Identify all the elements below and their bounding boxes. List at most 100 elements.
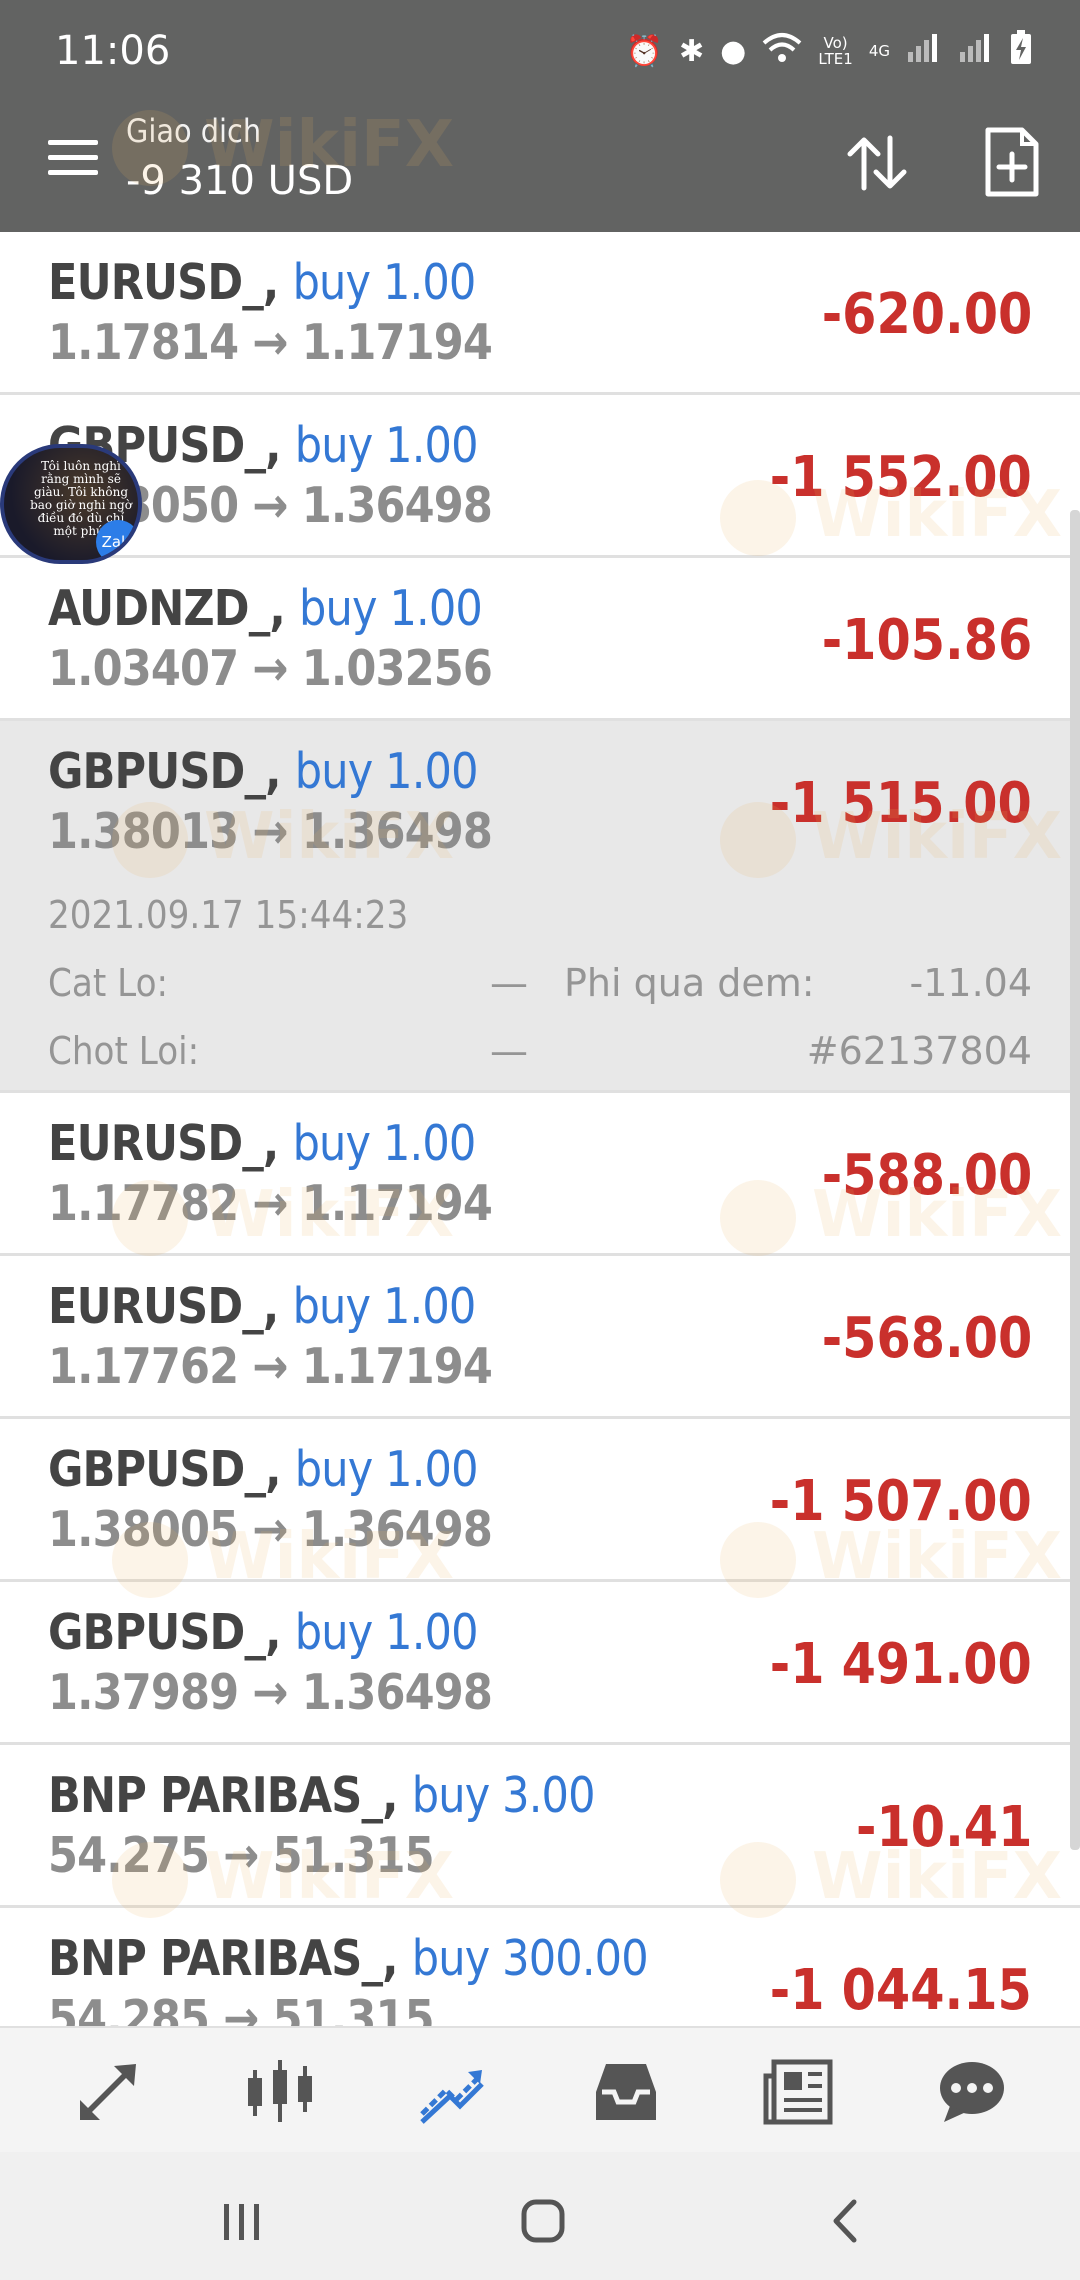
trade-prices: 1.38005 → 1.36498 [48,1501,493,1558]
stop-loss-value: — [490,961,528,1005]
trade-symbol: GBPUSD_, [48,1441,282,1498]
trade-profit: -568.00 [821,1306,1032,1371]
scrollbar[interactable] [1070,510,1080,1850]
nav-trade[interactable] [416,2056,488,2128]
trade-row[interactable]: AUDNZD_, buy 1.00 1.03407 → 1.03256 -105… [0,558,1080,721]
new-order-button[interactable] [982,126,1042,198]
menu-button[interactable] [48,140,98,180]
zalo-chat-head[interactable]: Tôi luôn nghĩ rằng mình sẽ giàu. Tôi khô… [0,444,142,564]
trade-direction: buy 1.00 [294,743,479,800]
news-icon [763,2059,833,2125]
trade-symbol: BNP PARIBAS_, [48,1767,399,1824]
nav-chat[interactable] [936,2056,1008,2128]
signal-icon-2 [958,32,994,70]
recent-apps-icon [224,2204,259,2240]
trade-datetime: 2021.09.17 15:44:23 [48,893,409,937]
trade-list[interactable]: EURUSD_, buy 1.00 1.17814 → 1.17194 -620… [0,232,1080,2026]
bluetooth-icon: ✱ [679,33,705,69]
trade-profit: -10.41 [855,1795,1032,1860]
trade-profit: -588.00 [821,1143,1032,1208]
ticket-number: #62137804 [806,1029,1032,1073]
new-document-icon [985,127,1039,197]
back-icon [833,2199,857,2243]
alarm-icon: ⏰ [625,33,664,69]
status-time: 11:06 [55,28,171,74]
bottom-nav [0,2026,1080,2152]
trade-icon [420,2070,484,2124]
inbox-icon [596,2064,656,2120]
trade-row-expanded[interactable]: GBPUSD_, buy 1.00 1.38013 → 1.36498 -1 5… [0,721,1080,1093]
system-nav-bar [0,2152,1080,2280]
trade-direction: buy 300.00 [411,1930,649,1987]
trade-prices: 54.275 → 51.315 [48,1827,435,1884]
recent-apps-button[interactable] [212,2196,272,2246]
battery-icon [1010,30,1032,72]
trade-prices: 54.285 → 51.315 [48,1990,435,2026]
trade-profit: -1 552.00 [769,445,1032,510]
trade-row[interactable]: EURUSD_, buy 1.00 1.17762 → 1.17194 -568… [0,1256,1080,1419]
trade-direction: buy 1.00 [294,1604,479,1661]
trade-direction: buy 1.00 [294,1441,479,1498]
swap-value: -11.04 [909,961,1033,1005]
trade-direction: buy 1.00 [292,1278,477,1335]
account-balance: -9 310 USD [126,158,354,204]
wifi-icon [762,31,802,71]
sort-button[interactable] [842,128,912,198]
back-button[interactable] [816,2196,876,2246]
trade-profit: -1 491.00 [769,1632,1032,1697]
take-profit-label: Chot Loi: [48,1029,200,1073]
page-title: Giao dich [126,112,262,150]
sort-icon [847,135,907,191]
trade-direction: buy 3.00 [411,1767,596,1824]
trade-symbol: AUDNZD_, [48,580,286,637]
trade-symbol: BNP PARIBAS_, [48,1930,399,1987]
trade-direction: buy 1.00 [294,417,479,474]
app-bar: Giao dich -9 310 USD [0,98,1080,232]
trade-prices: 1.37989 → 1.36498 [48,1664,493,1721]
chart-icon [248,2060,312,2122]
trade-row[interactable]: BNP PARIBAS_, buy 300.00 54.285 → 51.315… [0,1908,1080,2026]
trade-prices: 1.38013 → 1.36498 [48,803,493,860]
nav-chart[interactable] [244,2056,316,2128]
trade-prices: 1.17762 → 1.17194 [48,1338,493,1395]
trade-direction: buy 1.00 [292,1115,477,1172]
nav-quotes[interactable] [72,2056,144,2128]
network-gen: 4G [868,42,890,60]
signal-icon [906,32,942,70]
chat-icon [940,2062,1004,2122]
trade-direction: buy 1.00 [292,254,477,311]
trade-profit: -1 044.15 [769,1958,1032,2023]
trade-profit: -1 515.00 [769,771,1032,836]
trade-profit: -1 507.00 [769,1469,1032,1534]
trade-row[interactable]: EURUSD_, buy 1.00 1.17814 → 1.17194 -620… [0,232,1080,395]
take-profit-value: — [490,1029,528,1073]
trade-row[interactable]: GBPUSD_, buy 1.00 1.38005 → 1.36498 -1 5… [0,1419,1080,1582]
location-icon: ● [720,33,747,69]
trade-symbol: EURUSD_, [48,1278,279,1335]
trade-row[interactable]: EURUSD_, buy 1.00 1.17782 → 1.17194 -588… [0,1093,1080,1256]
trade-profit: -105.86 [821,608,1032,673]
trade-symbol: GBPUSD_, [48,743,282,800]
trade-direction: buy 1.00 [299,580,483,637]
trade-profit: -620.00 [821,282,1032,347]
zalo-badge: Zalo [96,520,138,560]
home-button[interactable] [512,2196,572,2246]
trade-row[interactable]: GBPUSD_, buy 1.00 1.37989 → 1.36498 -1 4… [0,1582,1080,1745]
status-bar: 11:06 ⏰ ✱ ● Vo) LTE1 4G [0,0,1080,98]
nav-history[interactable] [590,2056,662,2128]
trade-symbol: EURUSD_, [48,254,279,311]
nav-news[interactable] [762,2056,834,2128]
trade-prices: 1.03407 → 1.03256 [48,640,493,697]
trade-symbol: EURUSD_, [48,1115,279,1172]
volte-indicator: Vo) LTE1 [818,34,853,68]
home-icon [521,2199,565,2243]
quotes-icon [80,2064,136,2120]
trade-row[interactable]: GBPUSD_, buy 1.00 1.38050 → 1.36498 -1 5… [0,395,1080,558]
stop-loss-label: Cat Lo: [48,961,169,1005]
trade-prices: 1.17814 → 1.17194 [48,314,493,371]
status-icons: ⏰ ✱ ● Vo) LTE1 4G [626,30,1032,72]
trade-prices: 1.17782 → 1.17194 [48,1175,493,1232]
swap-label: Phi qua dem: [564,961,815,1005]
trade-row[interactable]: BNP PARIBAS_, buy 3.00 54.275 → 51.315 -… [0,1745,1080,1908]
trade-symbol: GBPUSD_, [48,1604,282,1661]
